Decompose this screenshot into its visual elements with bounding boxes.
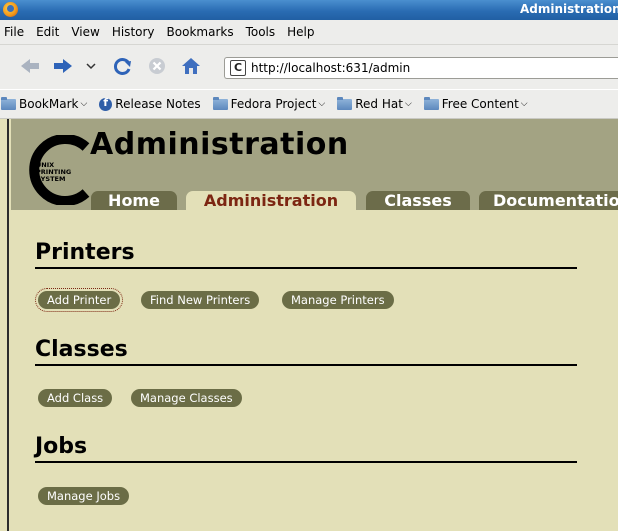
- menu-edit[interactable]: Edit: [30, 25, 65, 39]
- bookmark-fedora-project-folder[interactable]: Fedora Project ⌵: [212, 96, 326, 111]
- bookmark-label: Red Hat: [355, 97, 403, 111]
- back-arrow-icon[interactable]: [19, 55, 41, 77]
- section-title-printers: Printers: [35, 240, 135, 265]
- folder-icon: [1, 96, 16, 110]
- forward-arrow-icon[interactable]: [52, 55, 74, 77]
- menu-view[interactable]: View: [65, 25, 105, 39]
- tab-administration[interactable]: Administration: [186, 191, 356, 210]
- bookmarks-toolbar: BookMark ⌵ Release Notes Fedora Project …: [0, 90, 618, 119]
- reload-icon[interactable]: [112, 55, 134, 77]
- folder-icon: [423, 96, 439, 110]
- chevron-down-icon: ⌵: [318, 99, 326, 109]
- manage-classes-button[interactable]: Manage Classes: [131, 389, 242, 407]
- firefox-icon[interactable]: [3, 2, 18, 17]
- folder-icon: [212, 96, 228, 110]
- manage-jobs-button[interactable]: Manage Jobs: [38, 487, 130, 505]
- bookmark-label: Release Notes: [115, 97, 201, 111]
- section-divider: [35, 267, 577, 269]
- bookmark-release-notes[interactable]: Release Notes: [99, 96, 201, 111]
- tab-home[interactable]: Home: [91, 191, 177, 210]
- add-class-button[interactable]: Add Class: [38, 389, 113, 407]
- site-favicon-icon: C: [230, 60, 246, 76]
- menu-bookmarks[interactable]: Bookmarks: [161, 25, 240, 39]
- chevron-down-icon: ⌵: [404, 99, 412, 109]
- menu-tools[interactable]: Tools: [240, 25, 282, 39]
- bookmark-red-hat-folder[interactable]: Red Hat ⌵: [337, 96, 412, 111]
- home-icon[interactable]: [180, 55, 202, 77]
- find-new-printers-button[interactable]: Find New Printers: [141, 291, 260, 309]
- stop-icon[interactable]: [146, 55, 168, 77]
- window-titlebar: Administration: [0, 0, 618, 20]
- section-title-classes: Classes: [35, 337, 128, 362]
- tab-documentation[interactable]: Documentation: [479, 191, 618, 210]
- bookmark-free-content-folder[interactable]: Free Content ⌵: [423, 96, 528, 111]
- menu-bar: File Edit View History Bookmarks Tools H…: [0, 20, 618, 45]
- chevron-down-icon: ⌵: [80, 99, 88, 109]
- page-title: Administration: [90, 127, 349, 162]
- url-text[interactable]: http://localhost:631/admin: [251, 61, 410, 75]
- url-bar[interactable]: C http://localhost:631/admin: [224, 57, 618, 79]
- folder-icon: [337, 96, 353, 110]
- manage-printers-button[interactable]: Manage Printers: [282, 291, 394, 309]
- tab-classes[interactable]: Classes: [366, 191, 470, 210]
- bookmark-label: Fedora Project: [230, 97, 317, 111]
- window-title: Administration: [520, 2, 618, 16]
- bookmark-label: Free Content: [441, 97, 519, 111]
- menu-file[interactable]: File: [0, 25, 30, 39]
- chevron-down-icon: ⌵: [520, 99, 528, 109]
- cups-logo[interactable]: UNIX PRINTING SYSTEM: [24, 135, 94, 205]
- section-divider: [35, 461, 577, 463]
- menu-help[interactable]: Help: [281, 25, 320, 39]
- bookmark-bookmark-folder[interactable]: BookMark ⌵: [1, 96, 88, 111]
- add-printer-button[interactable]: Add Printer: [34, 288, 124, 312]
- section-divider: [35, 364, 577, 366]
- logo-text-system: SYSTEM: [36, 175, 65, 183]
- bookmark-label: BookMark: [19, 97, 79, 111]
- history-dropdown-icon[interactable]: [84, 55, 98, 77]
- page-left-border: [0, 119, 9, 531]
- section-title-jobs: Jobs: [35, 434, 88, 459]
- fedora-icon: [99, 96, 113, 111]
- menu-history[interactable]: History: [106, 25, 161, 39]
